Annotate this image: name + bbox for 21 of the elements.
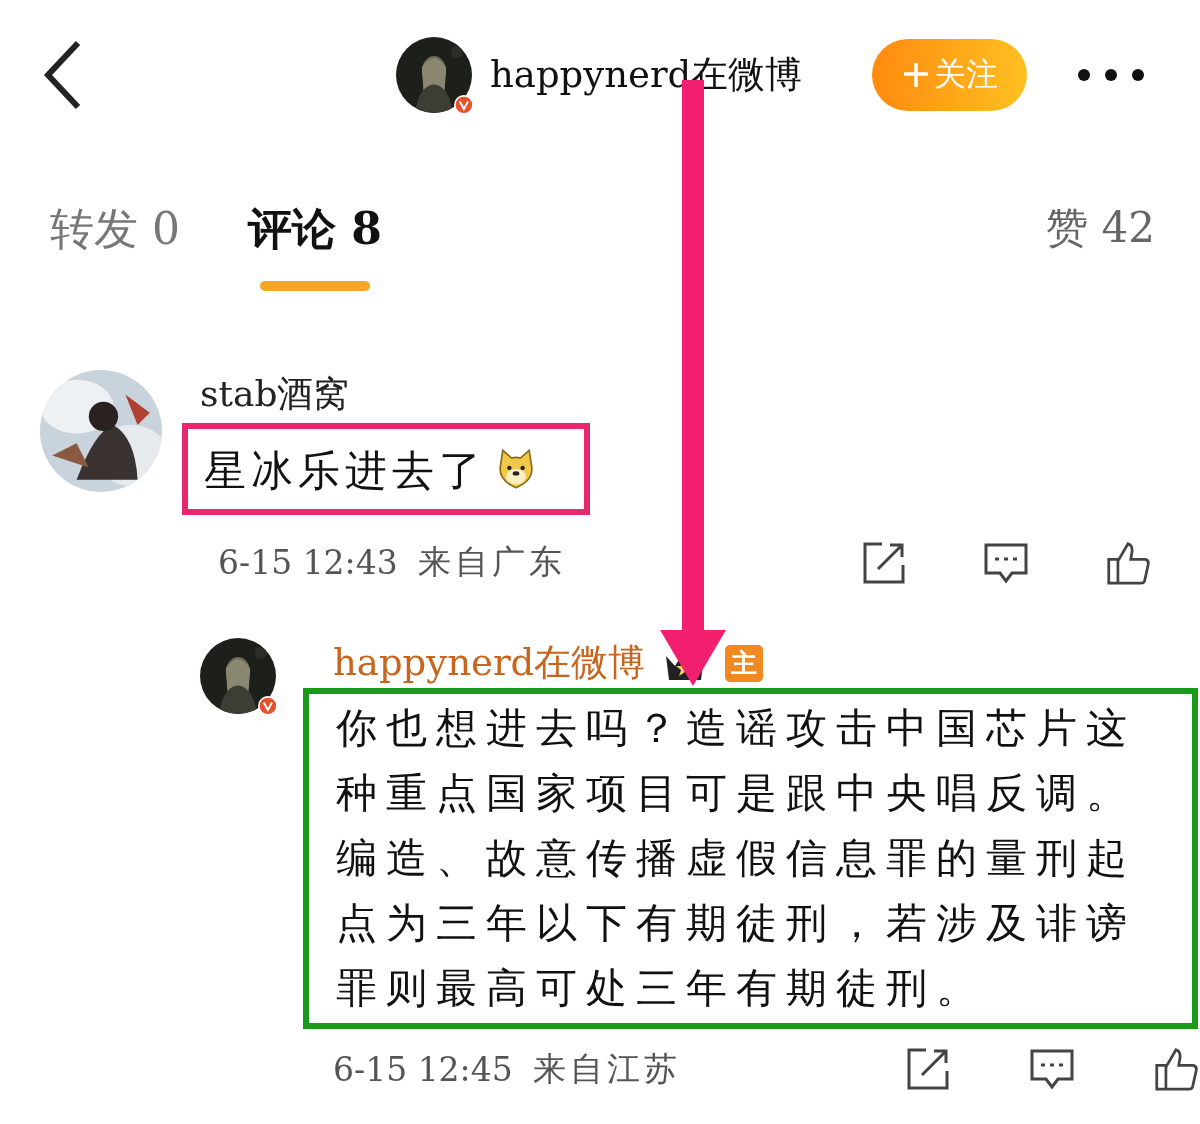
- comment-time: 6-15 12:43: [218, 543, 398, 582]
- verified-badge-icon: [258, 696, 278, 716]
- tab[interactable]: 转发 0: [50, 200, 180, 291]
- author-badge: 主: [725, 644, 764, 682]
- tab[interactable]: 评论 8: [248, 200, 382, 291]
- username[interactable]: stab酒窝: [200, 370, 350, 419]
- comment-location: 来自广东: [417, 541, 566, 583]
- comment-location: 来自江苏: [532, 1047, 681, 1090]
- thumbs-up-icon[interactable]: [1154, 1047, 1198, 1091]
- verified-badge-icon: [454, 95, 474, 115]
- share-icon[interactable]: [862, 540, 906, 585]
- username[interactable]: happynerd在微博: [333, 638, 646, 688]
- comment-time: 6-15 12:45: [333, 1049, 513, 1089]
- comment-text: 星冰乐进去了: [182, 423, 590, 515]
- likes-count: 赞 42: [1046, 202, 1155, 254]
- share-icon[interactable]: [906, 1047, 950, 1091]
- thumbs-up-icon[interactable]: [1106, 540, 1150, 585]
- plus-icon: [901, 61, 930, 89]
- comment-icon[interactable]: [1030, 1047, 1074, 1091]
- more-icon[interactable]: [1077, 68, 1146, 82]
- comment-text: 你也想进去吗？造谣攻击中国芯片这种重点国家项目可是跟中央唱反调。编造、故意传播虚假信息罪的量刑起点为三年以下有期徒刑，若涉及诽谤罪则最高可处三年有期徒刑。: [303, 688, 1198, 1029]
